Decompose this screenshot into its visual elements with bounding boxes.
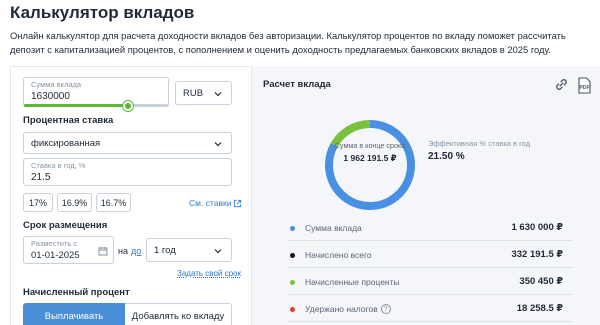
result-row: Начисленные проценты 350 450 ₽ <box>288 268 573 295</box>
row-value: 18 258.5 ₽ <box>516 303 563 314</box>
start-date-field[interactable]: Разместить с 01-01-2025 <box>23 236 114 264</box>
effective-rate-label: Эффективная % ставка в год <box>428 139 531 148</box>
legend-dot <box>290 226 295 231</box>
rate-section-label: Процентная ставка <box>23 115 114 126</box>
legend-dot <box>290 253 295 258</box>
calendar-icon[interactable] <box>98 246 108 256</box>
question-icon[interactable]: ? <box>380 304 391 314</box>
rate-label: Ставка в год, % <box>31 161 86 170</box>
term-value: 1 год <box>154 245 176 256</box>
rate-field[interactable]: Ставка в год, % 21.5 <box>23 158 232 186</box>
panel-actions: PDF <box>554 77 592 94</box>
link-icon[interactable] <box>554 77 569 92</box>
amount-slider-fill <box>24 104 128 107</box>
currency-value: RUB <box>183 88 204 99</box>
rate-chip[interactable]: 16.7% <box>96 193 131 212</box>
payout-button[interactable]: Выплачивать <box>23 303 125 325</box>
chevron-down-icon <box>214 249 222 254</box>
chevron-down-icon <box>214 92 222 97</box>
rate-type-value: фиксированная <box>31 138 101 149</box>
rate-value[interactable]: 21.5 <box>31 172 50 183</box>
interest-section-label: Начисленный процент <box>23 287 130 298</box>
pdf-icon[interactable]: PDF <box>577 77 592 94</box>
interest-toggle: Выплачивать Добавлять ко вкладу <box>23 303 232 325</box>
svg-text:PDF: PDF <box>580 85 590 91</box>
add-to-deposit-button[interactable]: Добавлять ко вкладу <box>125 303 232 325</box>
term-select[interactable]: 1 год <box>146 238 232 262</box>
row-value: 350 450 ₽ <box>519 276 563 287</box>
chevron-down-icon <box>214 142 222 147</box>
set-period-link[interactable]: Задать свой срок <box>177 269 241 278</box>
row-label: Начислено всего <box>305 250 372 260</box>
donut-label: Сумма в конце срока <box>334 141 406 150</box>
result-title: Расчет вклада <box>263 79 331 90</box>
amount-slider-thumb[interactable] <box>122 101 133 111</box>
amount-label: Сумма вклада <box>31 80 82 89</box>
donut-value: 1 962 191.5 ₽ <box>343 153 397 163</box>
result-row: Удержано налогов? 18 258.5 ₽ <box>288 295 573 322</box>
see-rates-label: См. ставки <box>189 198 232 208</box>
external-link-icon <box>234 199 242 207</box>
effective-rate-value: 21.50 % <box>428 151 465 162</box>
result-donut-chart <box>325 120 415 210</box>
rate-chip[interactable]: 17% <box>23 193 53 212</box>
result-row: Начислено всего 332 191.5 ₽ <box>288 241 573 268</box>
row-label: Удержано налогов <box>305 304 378 314</box>
amount-value[interactable]: 1630000 <box>31 91 70 102</box>
rate-chips: 17% 16.9% 16.7% <box>23 193 131 212</box>
result-row: Сумма вклада 1 630 000 ₽ <box>288 214 573 241</box>
currency-select[interactable]: RUB <box>175 81 232 105</box>
start-date-label: Разместить с <box>31 239 78 248</box>
on-text: на <box>118 246 128 256</box>
start-date-value[interactable]: 01-01-2025 <box>31 250 80 261</box>
donut-center: Сумма в конце срока 1 962 191.5 ₽ <box>320 141 420 164</box>
legend-dot <box>290 307 295 312</box>
rate-type-select[interactable]: фиксированная <box>23 132 232 154</box>
rate-chip[interactable]: 16.9% <box>57 193 92 212</box>
amount-field[interactable]: Сумма вклада 1630000 <box>23 77 169 111</box>
page-title: Калькулятор вкладов <box>10 3 195 22</box>
row-value: 332 191.5 ₽ <box>511 249 563 260</box>
page-description: Онлайн калькулятор для расчета доходност… <box>10 30 566 55</box>
see-rates-link[interactable]: См. ставки <box>189 198 242 208</box>
legend-dot <box>290 280 295 285</box>
term-section-label: Срок размещения <box>23 220 108 231</box>
row-label: Сумма вклада <box>305 223 362 233</box>
row-label: Начисленные проценты <box>305 277 400 287</box>
row-value: 1 630 000 ₽ <box>511 222 563 233</box>
to-date-link[interactable]: до <box>131 246 141 256</box>
result-panel: Расчет вклада PDF Сумма в конце срока 1 … <box>252 66 600 325</box>
result-rows: Сумма вклада 1 630 000 ₽ Начислено всего… <box>288 214 573 322</box>
deposit-form: Сумма вклада 1630000 RUB Процентная став… <box>10 66 252 325</box>
